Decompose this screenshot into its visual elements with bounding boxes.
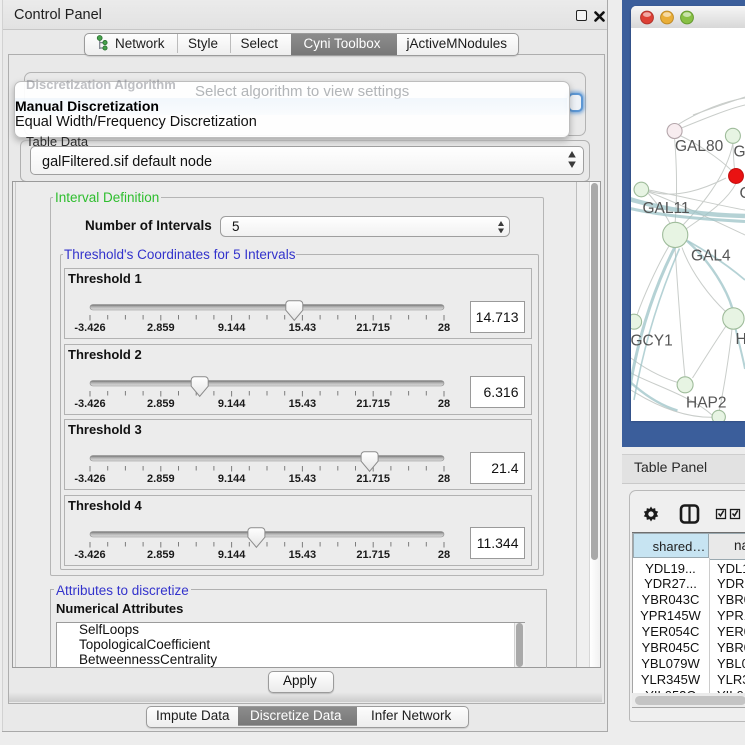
svg-text:2.859: 2.859	[147, 322, 175, 334]
svg-text:-3.426: -3.426	[74, 549, 105, 561]
svg-text:15.43: 15.43	[289, 322, 317, 334]
svg-text:GAL4: GAL4	[691, 248, 731, 265]
svg-text:C: C	[740, 185, 745, 202]
svg-text:-3.426: -3.426	[74, 322, 105, 334]
svg-text:2.859: 2.859	[147, 398, 175, 410]
svg-text:21.715: 21.715	[356, 549, 390, 561]
svg-text:28: 28	[438, 549, 450, 561]
svg-text:2.859: 2.859	[147, 549, 175, 561]
svg-text:21.715: 21.715	[356, 322, 390, 334]
svg-text:15.43: 15.43	[289, 398, 317, 410]
svg-text:9.144: 9.144	[218, 398, 246, 410]
svg-text:-3.426: -3.426	[74, 398, 105, 410]
svg-text:-3.426: -3.426	[74, 473, 105, 485]
svg-text:HA: HA	[736, 331, 745, 348]
svg-text:GAL11: GAL11	[643, 200, 690, 217]
svg-text:9.144: 9.144	[218, 549, 246, 561]
svg-text:15.43: 15.43	[289, 473, 317, 485]
svg-text:15.43: 15.43	[289, 549, 317, 561]
svg-text:28: 28	[438, 322, 450, 334]
svg-text:21.715: 21.715	[356, 398, 390, 410]
svg-text:GAL80: GAL80	[675, 138, 724, 155]
svg-text:HAP2: HAP2	[686, 395, 727, 412]
svg-text:9.144: 9.144	[218, 322, 246, 334]
svg-text:GCY1: GCY1	[631, 333, 673, 350]
svg-text:28: 28	[438, 473, 450, 485]
svg-text:21.715: 21.715	[356, 473, 390, 485]
svg-text:9.144: 9.144	[218, 473, 246, 485]
svg-text:28: 28	[438, 398, 450, 410]
svg-text:2.859: 2.859	[147, 473, 175, 485]
svg-text:GA: GA	[734, 144, 745, 161]
